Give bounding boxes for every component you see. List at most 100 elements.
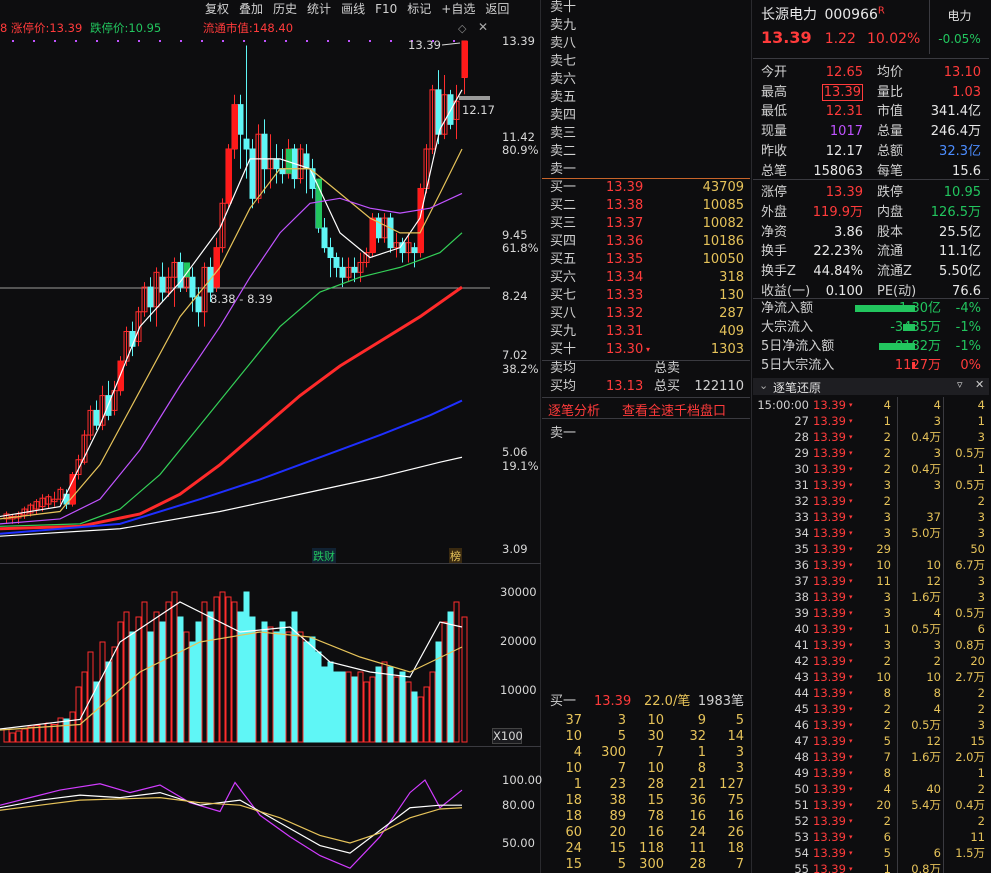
toolbar-item[interactable]: 复权 [200, 0, 234, 18]
ask-row[interactable]: 卖十 [542, 0, 750, 17]
flow-row[interactable]: 净流入额 -1.30亿 -4% [753, 299, 989, 318]
toolbar-item[interactable]: 返回 [480, 0, 514, 18]
volume-bar [309, 636, 316, 743]
ask-row[interactable]: 卖八 [542, 35, 750, 53]
volume-bar [105, 661, 112, 743]
tick-row: 38 13.39 ▾ 3 1.6万 3 [753, 589, 989, 605]
sector-name: 电力 [947, 9, 972, 23]
tick-price: 13.39 [813, 478, 846, 492]
ask-row[interactable]: 卖四 [542, 107, 750, 125]
volume-bar [357, 671, 364, 743]
flow-pct: -1% [955, 339, 981, 354]
flow-row[interactable]: 大宗流入 -3435万 -1% [753, 318, 989, 337]
bid-volume: 1303 [710, 342, 744, 357]
ask-row[interactable]: 卖五 [542, 89, 750, 107]
finance-tag[interactable]: 跌财 [312, 548, 336, 564]
ask-row[interactable]: 卖七 [542, 53, 750, 71]
tick-price: 13.39 [813, 558, 846, 572]
ask-row[interactable]: 卖三 [542, 125, 750, 143]
chevron-down-icon[interactable]: ⌄ [759, 379, 768, 392]
toolbar-item[interactable]: F10 [370, 0, 402, 18]
toolbar-item[interactable]: +自选 [436, 0, 480, 18]
queue-cell: 21 [689, 777, 706, 792]
candle-body [226, 149, 232, 204]
tick-row: 55 13.39 ▾ 1 0.8万 [753, 861, 989, 873]
quote-label: 现量 [761, 124, 788, 140]
ask-row[interactable]: 卖二 [542, 143, 750, 161]
tick-cell: 0.5万 [911, 718, 941, 732]
ask-row[interactable]: 卖九 [542, 17, 750, 35]
bid-row[interactable]: 买四 13.36 10186 [542, 233, 750, 251]
flow-value: -3435万 [890, 320, 941, 335]
quote-row: 现量 1017 总量 246.4万 [753, 122, 989, 141]
toolbar-item[interactable]: 历史 [268, 0, 302, 18]
ask-label: 卖九 [550, 18, 577, 33]
volume-bar [219, 591, 226, 743]
bid-row[interactable]: 买七 13.33 130 [542, 287, 750, 305]
tick-row: 49 13.39 ▾ 8 1 [753, 765, 989, 781]
arrow-down-icon: ▾ [849, 609, 853, 617]
tick-row: 41 13.39 ▾ 3 3 0.8万 [753, 637, 989, 653]
flow-pct: -4% [955, 301, 981, 316]
tick-row: 36 13.39 ▾ 10 10 6.7万 [753, 557, 989, 573]
toolbar-item[interactable]: 统计 [302, 0, 336, 18]
bid-row[interactable]: 买二 13.38 10085 [542, 197, 750, 215]
tab-full-depth[interactable]: 查看全速千档盘口 [622, 400, 726, 419]
toolbar-item[interactable]: 画线 [336, 0, 370, 18]
tab-tick-analysis[interactable]: 逐笔分析 [548, 400, 600, 419]
marker-dot [327, 40, 329, 42]
marker-dot [390, 40, 392, 42]
candle-body [249, 148, 256, 199]
tick-cell: 3 [977, 526, 985, 540]
marker-dot [180, 40, 182, 42]
bid-row[interactable]: 买九 13.31 409 [542, 323, 750, 341]
filter-icon[interactable]: ▿ [957, 378, 963, 391]
bid-row[interactable]: 买三 13.37 10082 [542, 215, 750, 233]
ask-label: 卖三 [550, 126, 577, 141]
chart-area[interactable]: 复权 叠加 历史 统计 画线 F10 标记 +自选 返回 8 涨停价:13.39 跌停价:10.… [0, 0, 542, 873]
tick-price: 13.39 [813, 686, 846, 700]
flow-row[interactable]: 5日净流入额 -8182万 -1% [753, 337, 989, 356]
flow-row[interactable]: 5日大宗流入 1127万 0% [753, 356, 989, 375]
bid-label: 买五 [550, 252, 577, 267]
bid-row[interactable]: 买十 13.30 ▾ 1303 [542, 341, 750, 359]
tick-cell: 37 [926, 510, 941, 524]
bid-row[interactable]: 买六 13.34 318 [542, 269, 750, 287]
ask-row[interactable]: 卖一 [542, 161, 750, 179]
tick-cell: 0.4万 [911, 430, 941, 444]
toolbar-item[interactable]: 叠加 [234, 0, 268, 18]
stock-name: 长源电力 000966R [761, 5, 885, 23]
volume-bar [447, 611, 454, 743]
arrow-down-icon: ▾ [849, 769, 853, 777]
tick-price: 13.39 [813, 798, 846, 812]
ask-row[interactable]: 卖六 [542, 71, 750, 89]
tick-time: 37 [794, 574, 809, 588]
tick-time: 31 [794, 478, 809, 492]
tick-volume: 3 [883, 510, 891, 524]
arrow-down-icon: ▾ [849, 577, 853, 585]
rank-tag[interactable]: 榜 [449, 548, 462, 564]
tick-cell: 4 [933, 702, 941, 716]
quote-label: 流通 [877, 244, 904, 260]
bid-row[interactable]: 买五 13.35 10050 [542, 251, 750, 269]
sector-box[interactable]: 电力 -0.05% [929, 0, 989, 54]
tick-cell: 2 [977, 782, 985, 796]
bid-row[interactable]: 买一 13.39 43709 [542, 179, 750, 197]
volume-bar [369, 676, 376, 743]
volume-bar [75, 686, 82, 743]
quote-row: 外盘 119.9万 内盘 126.5万 [753, 203, 989, 222]
quote-value: 32.3亿 [939, 143, 981, 159]
quote-row: 总笔 158063 每笔 15.6 [753, 162, 989, 181]
bid-row[interactable]: 买八 13.32 287 [542, 305, 750, 323]
queue-cell: 7 [735, 857, 744, 872]
tick-header[interactable]: ⌄ 逐笔还原 ▿ ✕ [753, 378, 989, 395]
tick-volume: 3 [883, 638, 891, 652]
tick-volume: 3 [883, 526, 891, 540]
quote-row: 换手 22.23% 流通 11.1亿 [753, 242, 989, 261]
bid-price: 13.31 [606, 324, 644, 339]
volume-bar [339, 671, 346, 743]
toolbar-item[interactable]: 标记 [402, 0, 436, 18]
volume-bar [243, 591, 250, 743]
candle-body [273, 158, 280, 170]
close-icon[interactable]: ✕ [975, 378, 984, 391]
